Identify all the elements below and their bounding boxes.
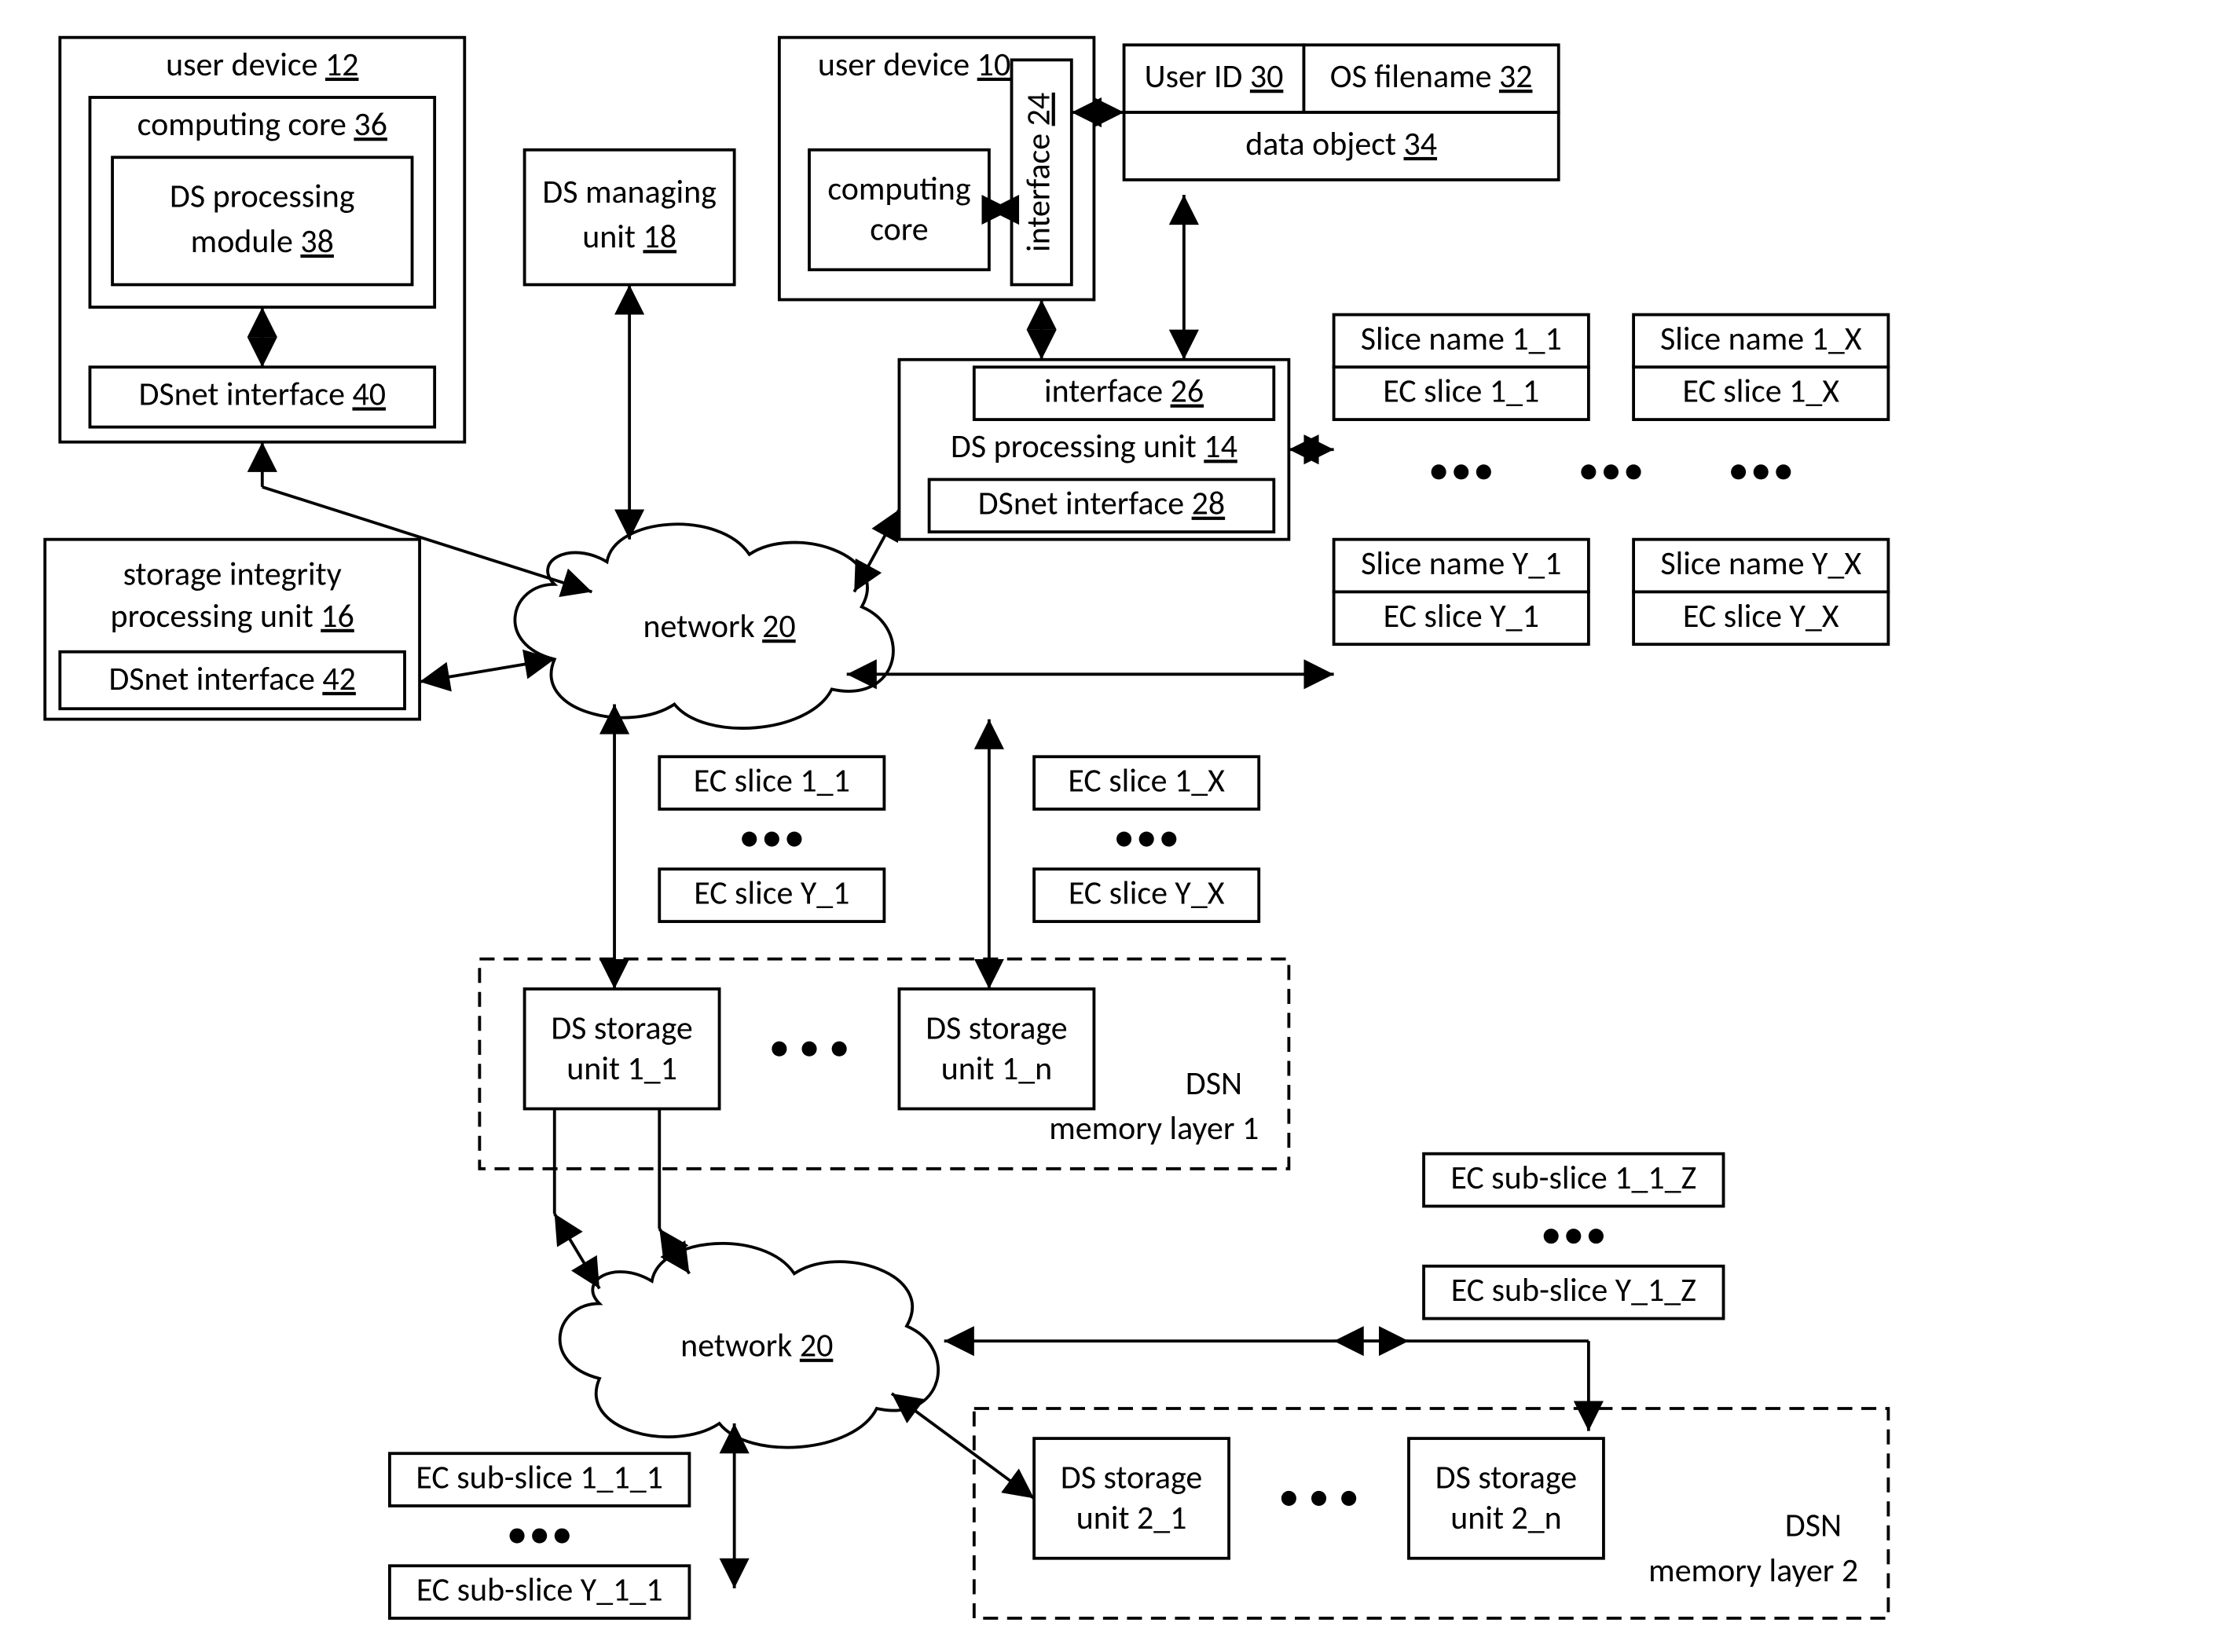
svg-text:DS storage: DS storage xyxy=(1435,1458,1577,1498)
svg-text:OS filename 32: OS filename 32 xyxy=(1330,57,1533,97)
svg-text:EC slice 1_X: EC slice 1_X xyxy=(1068,761,1225,801)
ds-managing-unit: DS managing unit 18 xyxy=(525,150,735,285)
svg-text:EC slice Y_1: EC slice Y_1 xyxy=(1384,596,1539,636)
slice-grid: Slice name 1_1 EC slice 1_1 Slice name 1… xyxy=(1334,315,1889,645)
svg-text:memory layer 1: memory layer 1 xyxy=(1049,1108,1259,1148)
svg-text:network 20: network 20 xyxy=(680,1326,833,1366)
svg-text:Slice name Y_1: Slice name Y_1 xyxy=(1361,544,1561,584)
svg-text:computing: computing xyxy=(827,169,971,209)
svg-text:processing unit 16: processing unit 16 xyxy=(111,596,354,636)
svg-text:storage integrity: storage integrity xyxy=(123,554,342,594)
svg-text:Slice name 1_X: Slice name 1_X xyxy=(1660,319,1862,359)
svg-text:computing core 36: computing core 36 xyxy=(137,104,387,145)
svg-text:DSN: DSN xyxy=(1785,1506,1842,1546)
svg-text:unit 2_n: unit 2_n xyxy=(1450,1498,1561,1538)
svg-text:DS processing: DS processing xyxy=(170,177,355,217)
ec-slice-columns: EC slice 1_1 EC slice Y_1 EC slice 1_X E… xyxy=(659,756,1259,921)
svg-text:EC slice Y_X: EC slice Y_X xyxy=(1069,874,1225,914)
svg-text:DSnet interface 42: DSnet interface 42 xyxy=(108,659,355,699)
svg-text:unit 1_n: unit 1_n xyxy=(941,1049,1052,1089)
svg-text:interface 26: interface 26 xyxy=(1044,372,1204,412)
network-cloud-1: network 20 xyxy=(515,524,893,728)
storage-integrity-unit: storage integrity processing unit 16 DSn… xyxy=(45,540,420,720)
data-object-table: User ID 30 OS filename 32 data object 34 xyxy=(1124,45,1559,180)
svg-text:data object 34: data object 34 xyxy=(1245,124,1437,164)
svg-text:EC sub-slice 1_1_1: EC sub-slice 1_1_1 xyxy=(416,1458,663,1498)
network-cloud-2: network 20 xyxy=(560,1244,938,1448)
svg-text:interface 24: interface 24 xyxy=(1019,93,1059,252)
ec-subslice-right: EC sub-slice 1_1_Z EC sub-slice Y_1_Z xyxy=(1424,1154,1723,1319)
svg-text:unit 18: unit 18 xyxy=(582,217,676,257)
svg-text:core: core xyxy=(870,210,928,250)
svg-text:EC sub-slice Y_1_Z: EC sub-slice Y_1_Z xyxy=(1451,1270,1696,1310)
diagram-root: user device 12 computing core 36 DS proc… xyxy=(0,0,2218,1648)
svg-text:unit 1_1: unit 1_1 xyxy=(566,1049,677,1089)
svg-text:memory layer 2: memory layer 2 xyxy=(1648,1551,1858,1591)
svg-text:DS storage: DS storage xyxy=(551,1008,692,1048)
svg-text:DSN: DSN xyxy=(1186,1064,1242,1104)
dsn-layer-2: DS storage unit 2_1 DS storage unit 2_n … xyxy=(974,1408,1889,1618)
dsn-layer-1: DS storage unit 1_1 DS storage unit 1_n … xyxy=(479,959,1289,1169)
svg-text:EC slice Y_1: EC slice Y_1 xyxy=(694,874,849,914)
user-device-12: user device 12 computing core 36 DS proc… xyxy=(60,38,464,442)
svg-text:EC sub-slice Y_1_1: EC sub-slice Y_1_1 xyxy=(416,1570,663,1610)
user-device-10: user device 10 computing core interface … xyxy=(779,38,1094,300)
ec-subslice-left: EC sub-slice 1_1_1 EC sub-slice Y_1_1 xyxy=(390,1453,689,1618)
svg-text:User ID 30: User ID 30 xyxy=(1145,57,1284,97)
svg-text:Slice name Y_X: Slice name Y_X xyxy=(1660,544,1861,584)
svg-text:module 38: module 38 xyxy=(191,222,334,262)
ellipsis-icon xyxy=(1432,464,1791,479)
svg-text:DS storage: DS storage xyxy=(926,1008,1067,1048)
svg-text:Slice name 1_1: Slice name 1_1 xyxy=(1361,319,1562,359)
svg-text:EC sub-slice 1_1_Z: EC sub-slice 1_1_Z xyxy=(1450,1158,1696,1198)
svg-text:EC slice 1_1: EC slice 1_1 xyxy=(694,761,850,801)
svg-text:user device 10: user device 10 xyxy=(818,45,1010,85)
svg-text:DSnet interface 40: DSnet interface 40 xyxy=(139,374,386,414)
svg-text:EC slice 1_1: EC slice 1_1 xyxy=(1383,372,1539,412)
svg-text:network 20: network 20 xyxy=(643,606,795,647)
ds-processing-unit: interface 26 DS processing unit 14 DSnet… xyxy=(899,360,1289,540)
svg-text:DS processing unit 14: DS processing unit 14 xyxy=(951,427,1237,467)
svg-text:unit 2_1: unit 2_1 xyxy=(1076,1498,1187,1538)
svg-text:user device 12: user device 12 xyxy=(166,45,358,85)
svg-text:EC slice 1_X: EC slice 1_X xyxy=(1682,372,1839,412)
svg-text:DSnet interface 28: DSnet interface 28 xyxy=(978,484,1225,524)
svg-text:DS managing: DS managing xyxy=(542,172,717,212)
svg-text:DS storage: DS storage xyxy=(1061,1458,1202,1498)
svg-text:EC slice Y_X: EC slice Y_X xyxy=(1683,596,1839,636)
